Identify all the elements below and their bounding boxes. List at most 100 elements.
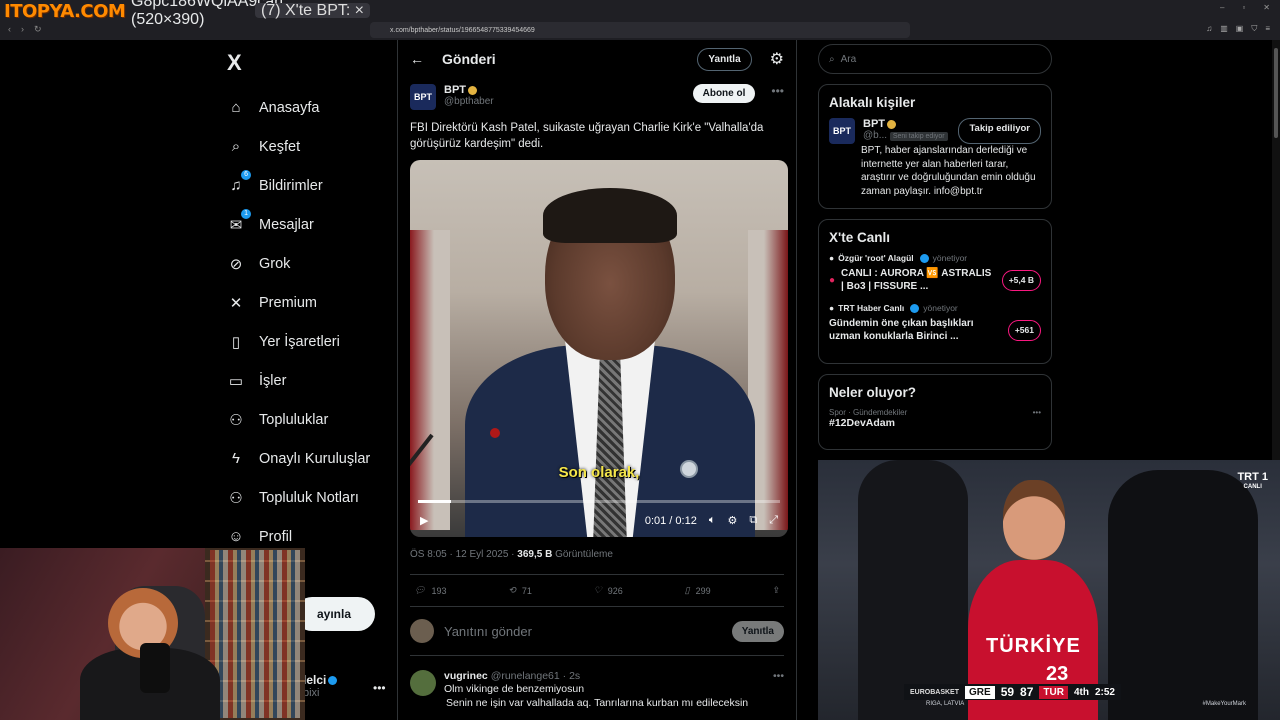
reply-avatar[interactable] bbox=[410, 670, 436, 696]
live-text: Gündemin öne çıkan başlıkları uzman konu… bbox=[829, 318, 974, 342]
grok-icon: ⊘ bbox=[229, 255, 243, 273]
back-icon[interactable]: ‹ bbox=[8, 24, 11, 35]
league-label: EUROBASKET bbox=[910, 688, 960, 696]
away-team: TUR bbox=[1039, 685, 1068, 699]
menu-icon[interactable]: ≡ bbox=[1265, 24, 1270, 34]
related-person[interactable]: BPT BPT @b... Seni takip ediyor Takip ed… bbox=[829, 118, 1041, 144]
shield-icon[interactable]: ⛉ bbox=[1251, 24, 1257, 34]
scrollbar-thumb[interactable] bbox=[1274, 48, 1278, 138]
post-button[interactable]: ayınla bbox=[295, 597, 375, 631]
sidebar-item-6[interactable]: ▯ Yer İşaretleri bbox=[227, 322, 370, 361]
bookmark-icon: ▯ bbox=[684, 585, 690, 595]
share-icon[interactable]: ⇪ bbox=[772, 585, 780, 596]
music-icon[interactable]: ♫ bbox=[1206, 24, 1212, 34]
account-name: lelci bbox=[303, 673, 327, 687]
event-hashtag: #MakeYourMark bbox=[1202, 701, 1246, 707]
author-avatar[interactable]: BPT bbox=[410, 84, 436, 110]
sidebar-item-7[interactable]: ▭ İşler bbox=[227, 361, 370, 400]
reply-line-1: Olm vikinge de benzemiyosun bbox=[444, 683, 585, 695]
live-host: TRT Haber Canlı bbox=[838, 303, 905, 313]
trend-more-icon[interactable]: ••• bbox=[1033, 408, 1041, 417]
subscribe-button[interactable]: Abone ol bbox=[692, 84, 756, 103]
wallet-icon[interactable]: ▣ bbox=[1236, 24, 1244, 34]
search-box[interactable]: ⌕ Ara bbox=[818, 44, 1052, 74]
post-timestamp[interactable]: ÖS 8:05 · 12 Eyl 2025 · bbox=[410, 549, 517, 560]
flag-left bbox=[410, 230, 450, 530]
forward-icon[interactable]: › bbox=[21, 24, 24, 35]
more-options-icon[interactable]: ••• bbox=[373, 681, 386, 695]
microphone-tip bbox=[490, 428, 500, 438]
home-icon: ⌂ bbox=[231, 99, 241, 116]
maximize-icon[interactable]: ▫ bbox=[1242, 3, 1245, 12]
following-button[interactable]: Takip ediliyor bbox=[958, 118, 1041, 144]
scoreboard: EUROBASKET GRE 59 87 TUR 4th 2:52 bbox=[904, 684, 1121, 700]
sidebar-item-5[interactable]: ✕ Premium bbox=[227, 283, 370, 322]
play-icon[interactable]: ▶ bbox=[420, 514, 428, 527]
reply-item[interactable]: vugrinec @runelange61 · 2s ••• Olm viking… bbox=[398, 662, 796, 718]
sidebar-item-9[interactable]: ϟ Onaylı Kuruluşlar bbox=[227, 439, 370, 478]
live-item[interactable]: ● Özgür 'root' Alagül yönetiyor ● CANLI : A… bbox=[829, 253, 1041, 293]
reply-more-icon[interactable]: ••• bbox=[773, 670, 784, 682]
volume-icon[interactable]: 🔈︎ bbox=[709, 514, 716, 527]
lightning-icon: ϟ bbox=[232, 450, 240, 467]
reply-input[interactable]: Yanıtını gönder bbox=[444, 624, 722, 639]
post-more-icon[interactable]: ••• bbox=[771, 84, 784, 98]
minimize-icon[interactable]: – bbox=[1220, 3, 1224, 12]
search-input[interactable]: Ara bbox=[841, 54, 857, 65]
host-avatar: ● bbox=[829, 303, 835, 313]
browser-tab-2[interactable]: (7) X'te BPT: "FBI Direktörü Kash × bbox=[255, 2, 370, 20]
settings-sliders-icon[interactable]: ⚙ bbox=[770, 49, 784, 69]
video-progress-bar[interactable] bbox=[418, 500, 780, 503]
reload-icon[interactable]: ↻ bbox=[34, 24, 42, 35]
author-handle[interactable]: @bpthaber bbox=[444, 96, 494, 107]
pip-icon[interactable]: ⧉ bbox=[749, 514, 757, 527]
account-switcher[interactable]: lelci bixi ••• bbox=[303, 673, 386, 699]
sidebar-item-label: Onaylı Kuruluşlar bbox=[259, 450, 371, 467]
video-subtitle: Son olarak, bbox=[558, 464, 640, 481]
close-window-icon[interactable]: ✕ bbox=[1263, 3, 1270, 12]
jersey-text: TÜRKİYE bbox=[986, 635, 1081, 657]
like-action[interactable]: ♡ 926 bbox=[594, 585, 623, 596]
view-count: 369,5 B bbox=[517, 549, 553, 560]
browser-tab-1[interactable]: G8pc186WQiAA9can (520×390) bbox=[125, 0, 283, 28]
sidebar-item-0[interactable]: ⌂ Anasayfa bbox=[227, 88, 370, 127]
address-bar[interactable]: x.com/bpthaber/status/196654877533945466… bbox=[370, 22, 910, 38]
sidebar-item-label: Keşfet bbox=[259, 138, 301, 155]
video-time: 0:01 / 0:12 bbox=[644, 514, 697, 527]
author-name[interactable]: BPT bbox=[444, 84, 466, 96]
reply-author[interactable]: vugrinec bbox=[444, 670, 488, 682]
back-arrow-icon[interactable]: ← bbox=[410, 51, 424, 67]
live-item[interactable]: ● TRT Haber Canlı yönetiyor Gündemin öne ç… bbox=[829, 303, 1041, 343]
repost-action[interactable]: ⟲ 71 bbox=[508, 585, 532, 596]
video-player[interactable]: Son olarak, ▶ 0:01 / 0:12 🔈︎ ⚙ ⧉ ⤢ bbox=[410, 160, 788, 537]
page-title: Gönderi bbox=[442, 51, 496, 67]
trend-tag[interactable]: #12DevAdam bbox=[829, 417, 1041, 429]
header-reply-button[interactable]: Yanıtla bbox=[697, 47, 752, 71]
sidebar-item-1[interactable]: ⌕ Keşfet bbox=[227, 127, 370, 166]
listener-count: +561 bbox=[1007, 319, 1041, 341]
sidebar-item-2[interactable]: ♫ 6 Bildirimler bbox=[227, 166, 370, 205]
verified-gold-icon bbox=[468, 85, 477, 95]
sidebar-icon[interactable]: ▥ bbox=[1220, 24, 1228, 34]
bookmark-icon: ▯ bbox=[231, 333, 241, 351]
pip-video-overlay[interactable]: TÜRKİYE 23 TRT 1 CANLI EUROBASKET GRE 59 … bbox=[818, 460, 1280, 720]
sidebar-item-4[interactable]: ⊘ Grok bbox=[227, 244, 370, 283]
fullscreen-icon[interactable]: ⤢ bbox=[769, 514, 778, 527]
repost-count: 71 bbox=[521, 585, 532, 596]
close-tab-icon[interactable]: × bbox=[355, 2, 364, 20]
related-name[interactable]: BPT bbox=[863, 118, 885, 130]
sidebar-item-8[interactable]: ⚇ Topluluklar bbox=[227, 400, 370, 439]
related-avatar[interactable]: BPT bbox=[829, 118, 855, 144]
reply-icon: 💬︎ bbox=[414, 585, 426, 595]
reply-handle: @runelange61 · 2s bbox=[490, 670, 581, 682]
sidebar-item-3[interactable]: ✉ 1 Mesajlar bbox=[227, 205, 370, 244]
reply-submit-button[interactable]: Yanıtla bbox=[731, 620, 784, 642]
sidebar-item-10[interactable]: ⚇ Topluluk Notları bbox=[227, 478, 370, 517]
x-logo[interactable]: X bbox=[227, 50, 242, 76]
video-settings-icon[interactable]: ⚙ bbox=[727, 514, 737, 527]
reply-action[interactable]: 💬︎ 193 bbox=[414, 585, 446, 596]
bookmark-action[interactable]: ▯ 299 bbox=[685, 585, 711, 596]
sidebar-item-label: Premium bbox=[259, 294, 318, 311]
bell-icon: ♫ 6 bbox=[227, 169, 251, 195]
sidebar-item-label: Topluluk Notları bbox=[259, 489, 359, 506]
